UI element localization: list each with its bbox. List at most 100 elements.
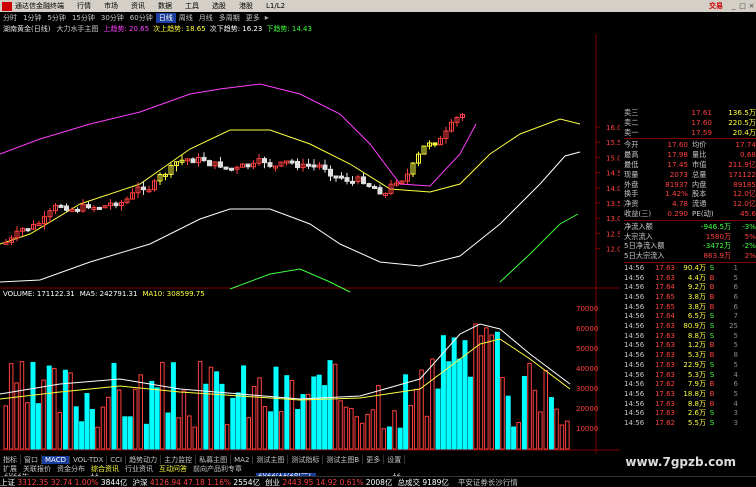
close-icon[interactable]: × (747, 2, 756, 10)
volume-bar (511, 426, 517, 450)
extension-tab[interactable]: 资金分布 (54, 464, 88, 473)
indicator-tab[interactable]: 窗口 (21, 455, 42, 464)
flow-value: 1580万 (705, 231, 732, 241)
ma5-label: MA5: 242791.31 (79, 290, 138, 298)
tick-volume: 4.4万 (687, 273, 706, 282)
flow-label: 大宗流入 (624, 231, 653, 241)
extension-tab[interactable]: 综合资讯 (88, 464, 122, 473)
indicator-tab[interactable]: 主力监控 (161, 455, 197, 464)
indicator-tab[interactable]: MACD (42, 455, 70, 464)
volume-bar (230, 397, 236, 450)
menu-item[interactable]: 选股 (212, 2, 226, 10)
stock-name: 湖南黄金(日线) (3, 24, 51, 33)
menu-item[interactable]: 市场 (104, 2, 118, 10)
volume-bar (505, 395, 511, 450)
flow-pct: 5% (744, 231, 756, 241)
quote-label: 股本 (692, 189, 707, 199)
tick-row: 14:56 17.62 5.5万 S 3 (624, 419, 756, 429)
menu-item[interactable]: 资讯 (131, 2, 145, 10)
indicator-tab[interactable]: 更多 (363, 455, 385, 464)
tick-list[interactable]: 14:56 17.63 90.4万 S 1 14:56 17.63 4.4万 B 5 14:56 17… (624, 264, 756, 429)
indicator-tab[interactable]: MA2 (231, 455, 254, 464)
tick-price: 17.63 (654, 322, 675, 331)
period-button[interactable]: 多周期 (216, 13, 243, 23)
menu-item[interactable]: L1/L2 (266, 2, 285, 10)
indicator-tab[interactable]: 设置 (384, 455, 406, 464)
tick-volume: 8.8万 (687, 331, 706, 340)
tick-time: 14:56 (624, 331, 645, 340)
ask-label: 卖二 (624, 117, 639, 127)
ask-row[interactable]: 卖一 17.59 20.4万 (624, 128, 756, 138)
volume-bar (62, 369, 68, 450)
period-button[interactable]: 周线 (176, 13, 196, 23)
menu-item[interactable]: 数据 (158, 2, 172, 10)
ask-row[interactable]: 卖三 17.61 136.5万 (624, 108, 756, 118)
quote-value: 17.98 (667, 150, 688, 160)
index-name: 上证 (0, 477, 15, 487)
period-button[interactable]: 月线 (196, 13, 216, 23)
period-button[interactable]: 1分钟 (20, 13, 44, 23)
candle-body (113, 202, 119, 207)
extension-tab[interactable]: 关联报价 (20, 464, 54, 473)
tick-price: 17.65 (654, 293, 675, 302)
index-item[interactable]: 创业 2443.95 14.92 0.61% 2008亿 (265, 477, 392, 487)
period-button[interactable]: 日线 (155, 12, 176, 23)
period-button[interactable]: 分时 (0, 13, 20, 23)
kline-chart[interactable]: 16.00 15.50 15.00 14.50 14.00 13.50 13.00 12.50… (0, 34, 620, 479)
candle-body (75, 208, 80, 212)
period-button[interactable]: 15分钟 (69, 13, 98, 23)
extension-tab[interactable]: 扩展 (0, 464, 20, 473)
tick-count: 6 (733, 283, 738, 292)
price-tick: 13.50 (606, 200, 620, 208)
tick-time: 14:56 (624, 273, 645, 282)
trade-button[interactable]: 交易 (709, 1, 723, 11)
extension-tab[interactable]: 行业资讯 (122, 464, 156, 473)
indicator-tab[interactable]: 私募主图 (196, 455, 232, 464)
extension-tab[interactable]: 互动问答 (156, 464, 190, 473)
menu-item[interactable]: 港股 (239, 2, 253, 10)
extension-tab[interactable]: 前向产品利专章 (190, 464, 245, 473)
index-item[interactable]: 上证 3312.35 32.74 1.00% 3844亿 (0, 477, 127, 487)
index-item[interactable]: 沪深 4126.94 47.18 1.16% 2554亿 (132, 477, 259, 487)
quote-row: 换手 1.42% 股本 12.0亿 (624, 189, 756, 199)
price-tick: 16.00 (606, 124, 620, 132)
tick-count: 3 (733, 409, 738, 418)
tick-side: B (709, 399, 715, 408)
period-button[interactable]: 5分钟 (44, 13, 68, 23)
tick-side: B (709, 283, 715, 292)
tick-time: 14:56 (624, 370, 645, 379)
ask-volume: 136.5万 (728, 108, 756, 117)
quote-label: 市值 (692, 159, 707, 169)
tick-row: 14:56 17.65 3.8万 B 6 (624, 293, 756, 303)
indicator-tab[interactable]: 测试主图B (323, 455, 364, 464)
maximize-icon[interactable]: □ (738, 2, 747, 10)
index-name: 创业 (264, 477, 280, 487)
volume-bar (73, 406, 79, 450)
tick-price: 17.64 (654, 312, 675, 321)
index-item[interactable]: 总成交 9189亿 (397, 477, 448, 487)
tick-price: 17.63 (654, 399, 675, 408)
ask-row[interactable]: 卖二 17.60 220.5万 (624, 118, 756, 128)
price-tick: 14.00 (606, 185, 620, 193)
period-button[interactable]: 更多 (243, 13, 263, 23)
indicator-tab[interactable]: VOL-TDX (70, 455, 108, 464)
candle-body (262, 158, 267, 164)
quote-label: 现量 (624, 169, 639, 179)
indicator-tab[interactable]: 趋势动力 (126, 455, 162, 464)
more-arrow-icon[interactable]: ▸ (265, 13, 269, 22)
tick-row: 14:56 17.64 9.2万 B 6 (624, 283, 756, 293)
period-button[interactable]: 30分钟 (98, 13, 127, 23)
tick-price: 17.64 (654, 283, 675, 292)
indicator-name[interactable]: 大力水手主图 (56, 24, 98, 34)
indicator-tab[interactable]: CCI (107, 455, 127, 464)
indicator-tab[interactable]: 测试主图 (253, 455, 289, 464)
menu-item[interactable]: 行情 (77, 2, 91, 10)
period-button[interactable]: 60分钟 (127, 13, 156, 23)
minimize-icon[interactable]: _ (729, 2, 738, 10)
tick-volume: 5.3万 (687, 351, 706, 360)
volume-tick: 40000 (576, 365, 598, 373)
indicator-tab[interactable]: 测试指标 (288, 455, 324, 464)
menu-item[interactable]: 工具 (185, 2, 199, 10)
indicator-tab[interactable]: 指标 (0, 455, 21, 464)
tick-count: 1 (733, 263, 738, 272)
